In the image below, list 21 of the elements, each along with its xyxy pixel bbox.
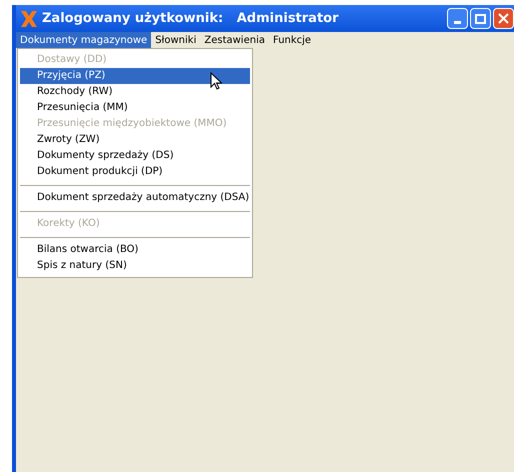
dropdown-item[interactable]: Dokumenty sprzedaży (DS) [20, 148, 250, 164]
maximize-button[interactable] [470, 8, 491, 29]
menu-item[interactable]: Dokumenty magazynowe [16, 32, 152, 48]
minimize-button[interactable] [447, 8, 468, 29]
menu-item[interactable]: Funkcje [268, 32, 316, 48]
window-title: Zalogowany użytkownik: Administrator [42, 10, 339, 28]
maximize-icon [475, 14, 486, 24]
mouse-pointer-icon [210, 72, 222, 90]
dropdown-item[interactable]: Dokument produkcji (DP) [20, 164, 250, 180]
dropdown-item[interactable]: Dokument sprzedaży automatyczny (DSA) [20, 190, 250, 206]
dropdown-item[interactable]: Zwroty (ZW) [20, 132, 250, 148]
dropdown-item[interactable]: Przesunięcia (MM) [20, 100, 250, 116]
minimize-icon [454, 21, 461, 24]
dropdown-item[interactable]: Spis z natury (SN) [20, 258, 250, 274]
close-button[interactable] [493, 8, 514, 29]
dropdown-item[interactable]: Bilans otwarcia (BO) [20, 242, 250, 258]
dropdown-item[interactable]: Rozchody (RW) [20, 84, 250, 100]
close-icon [498, 13, 509, 24]
menu-item[interactable]: Zestawienia [200, 32, 269, 48]
app-logo-icon [20, 10, 38, 28]
menu-item[interactable]: Słowniki [151, 32, 200, 48]
